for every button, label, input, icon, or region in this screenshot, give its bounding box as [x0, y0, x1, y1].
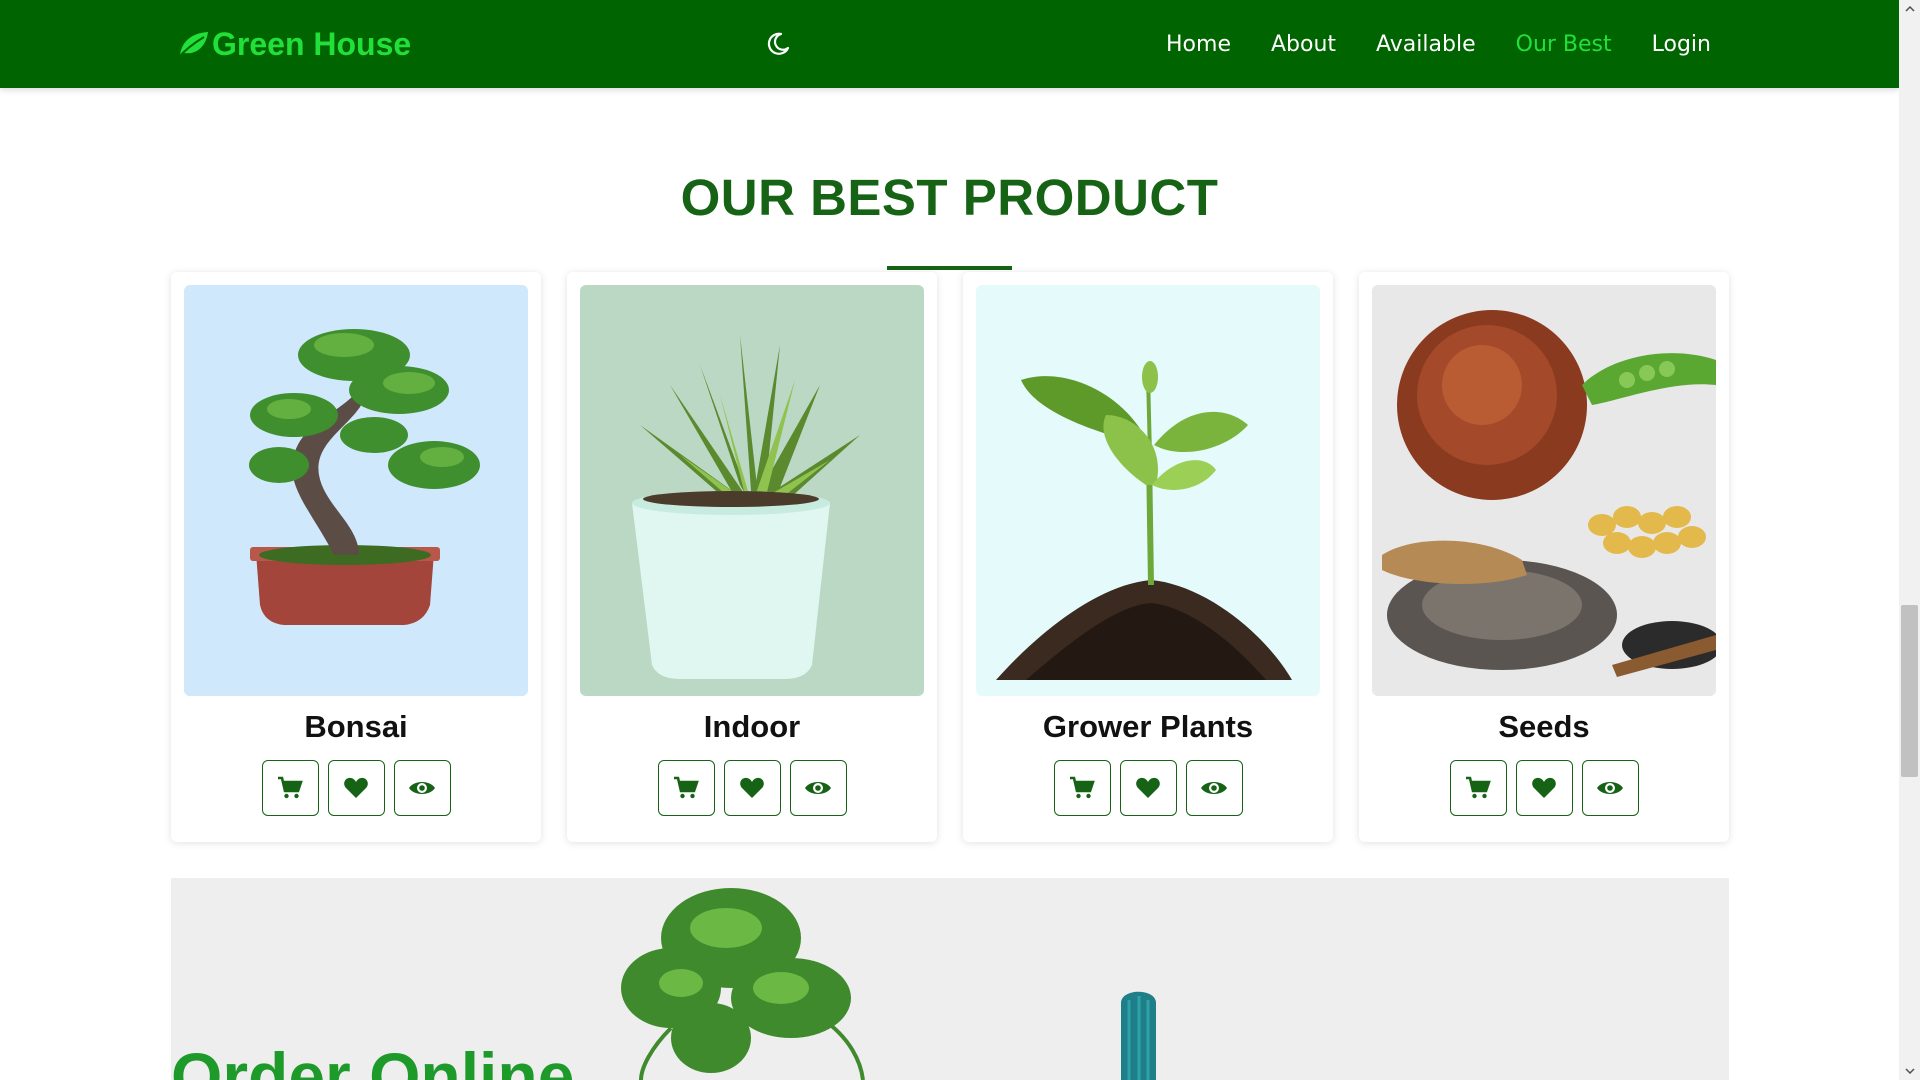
eye-icon [805, 782, 831, 794]
view-product-button[interactable] [789, 760, 847, 816]
product-name: Bonsai [304, 709, 408, 744]
product-image-seeds [1372, 285, 1716, 696]
add-to-wishlist-button[interactable] [723, 760, 781, 816]
eye-icon [409, 782, 435, 794]
add-to-cart-button[interactable] [1053, 760, 1111, 816]
cart-icon [1070, 776, 1095, 799]
product-card-seeds: Seeds [1359, 272, 1729, 842]
add-to-wishlist-button[interactable] [1515, 760, 1573, 816]
navbar: Green House Home About Available Our Bes… [0, 0, 1899, 88]
card-actions [963, 760, 1333, 816]
cart-icon [1466, 776, 1491, 799]
seedling-soil-image [996, 361, 1292, 680]
product-name: Indoor [703, 709, 801, 744]
scroll-down-arrow[interactable] [1899, 1062, 1920, 1080]
scroll-thumb[interactable] [1901, 605, 1918, 777]
eye-icon [1201, 782, 1227, 794]
card-actions [567, 760, 937, 816]
scroll-up-arrow[interactable] [1899, 0, 1920, 18]
title-underline [887, 266, 1012, 270]
product-image-bonsai [184, 285, 528, 696]
brand-logo[interactable]: Green House [176, 24, 411, 64]
nav-link-about[interactable]: About [1271, 32, 1336, 57]
product-image-indoor [580, 285, 924, 696]
add-to-wishlist-button[interactable] [327, 760, 385, 816]
nav-links: Home About Available Our Best Login [1166, 26, 1711, 62]
theme-toggle[interactable] [762, 28, 794, 60]
add-to-cart-button[interactable] [1449, 760, 1507, 816]
eye-icon [1597, 782, 1623, 794]
product-card-grower-plants: Grower Plants [963, 272, 1333, 842]
moon-icon [767, 32, 790, 55]
order-online-title: Order Online [171, 1039, 575, 1080]
chevron-down-icon [1904, 1068, 1915, 1074]
product-card-bonsai: Bonsai [171, 272, 541, 842]
heart-icon [740, 777, 764, 798]
product-name: Grower Plants [1042, 709, 1254, 744]
brand-name: Green House [212, 25, 412, 62]
seeds-assortment-image [1382, 310, 1716, 677]
card-actions [171, 760, 541, 816]
page-scrollbar[interactable] [1899, 0, 1920, 1080]
chevron-up-icon [1904, 6, 1915, 12]
card-actions [1359, 760, 1729, 816]
heart-icon [1136, 777, 1160, 798]
product-grid: Bonsai Indoor Grower Plants Seeds [171, 272, 1729, 842]
product-card-indoor: Indoor [567, 272, 937, 842]
add-to-cart-button[interactable] [261, 760, 319, 816]
order-online-banner: Order Online [171, 878, 1729, 1080]
cart-icon [278, 776, 303, 799]
view-product-button[interactable] [1185, 760, 1243, 816]
nav-link-available[interactable]: Available [1376, 32, 1476, 57]
nav-link-login[interactable]: Login [1652, 32, 1711, 57]
product-name: Seeds [1498, 709, 1590, 744]
view-product-button[interactable] [393, 760, 451, 816]
succulent-pot-image [632, 335, 860, 679]
section-title: OUR BEST PRODUCT [680, 169, 1219, 226]
nav-link-home[interactable]: Home [1166, 32, 1231, 57]
product-image-grower-plants [976, 285, 1320, 696]
bonsai-tree-image [249, 329, 480, 625]
nav-link-our-best[interactable]: Our Best [1516, 32, 1612, 57]
heart-icon [344, 777, 368, 798]
add-to-cart-button[interactable] [657, 760, 715, 816]
cart-icon [674, 776, 699, 799]
add-to-wishlist-button[interactable] [1119, 760, 1177, 816]
view-product-button[interactable] [1581, 760, 1639, 816]
heart-icon [1532, 777, 1556, 798]
leaf-icon [177, 32, 208, 59]
